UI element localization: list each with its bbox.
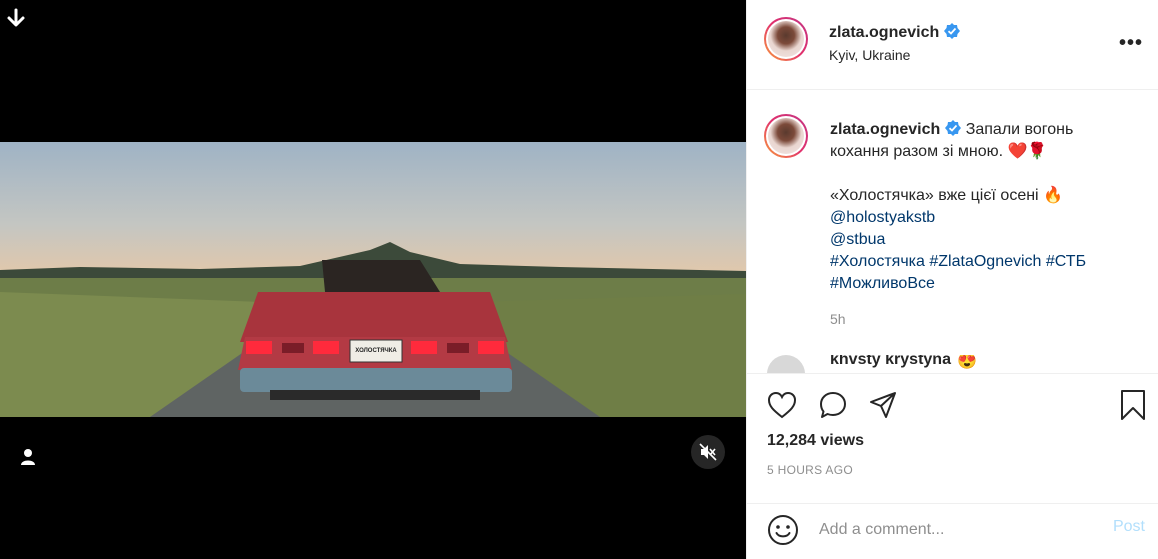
- arrow-down-icon[interactable]: [6, 8, 26, 28]
- comment-item: khvsty krystyna 😍: [767, 355, 1147, 373]
- license-plate: ХОЛОСТЯЧКА: [355, 348, 397, 354]
- caption-text: zlata.ognevich Запали вогонь кохання раз…: [830, 119, 1130, 295]
- comment-username[interactable]: khvsty krystyna: [830, 355, 951, 369]
- post-timestamp[interactable]: 5 HOURS AGO: [767, 463, 853, 477]
- avatar[interactable]: [764, 17, 808, 61]
- verified-badge-icon: [945, 120, 962, 136]
- more-options-icon[interactable]: •••: [1119, 32, 1143, 55]
- smiley-icon[interactable]: [767, 514, 799, 546]
- caption-line2: «Холостячка» вже цієї осені 🔥: [830, 187, 1063, 204]
- speaker-muted-icon: [699, 443, 717, 461]
- share-icon[interactable]: [868, 391, 898, 419]
- caption-avatar[interactable]: [764, 114, 808, 158]
- post-button[interactable]: Post: [1113, 518, 1145, 536]
- header-username-row: zlata.ognevich: [829, 23, 961, 42]
- post-side-panel: zlata.ognevich Kyiv, Ukraine ••• zlata.o…: [746, 0, 1158, 559]
- mention-link[interactable]: @stbua: [830, 229, 1130, 251]
- action-bar: 12,284 views 5 HOURS AGO: [747, 373, 1158, 503]
- video-frame: ХОЛОСТЯЧКА: [0, 142, 746, 417]
- comment-input[interactable]: [817, 516, 1091, 544]
- header-username[interactable]: zlata.ognevich: [829, 24, 939, 41]
- caption-area: zlata.ognevich Запали вогонь кохання раз…: [747, 91, 1158, 373]
- header-location[interactable]: Kyiv, Ukraine: [829, 47, 910, 63]
- mute-button[interactable]: [691, 435, 725, 469]
- hashtag-links[interactable]: #Холостячка #ZlataOgnevich #СТБ: [830, 251, 1130, 273]
- comment-icon[interactable]: [818, 391, 848, 419]
- caption-time[interactable]: 5h: [830, 311, 846, 327]
- post-header: zlata.ognevich Kyiv, Ukraine •••: [747, 0, 1158, 90]
- video-player[interactable]: ХОЛОСТЯЧКА: [0, 0, 746, 559]
- bookmark-icon[interactable]: [1119, 389, 1147, 421]
- user-icon[interactable]: [19, 447, 37, 467]
- hashtag-link[interactable]: #МожливоВсе: [830, 273, 1130, 295]
- verified-badge-icon: [944, 23, 961, 39]
- caption-username[interactable]: zlata.ognevich: [830, 121, 940, 138]
- heart-icon[interactable]: [767, 391, 797, 419]
- views-count[interactable]: 12,284 views: [767, 432, 864, 450]
- comment-avatar[interactable]: [767, 355, 805, 373]
- comment-emoji: 😍: [957, 355, 977, 370]
- mention-link[interactable]: @holostyakstb: [830, 207, 1130, 229]
- add-comment-bar: Post: [747, 503, 1158, 559]
